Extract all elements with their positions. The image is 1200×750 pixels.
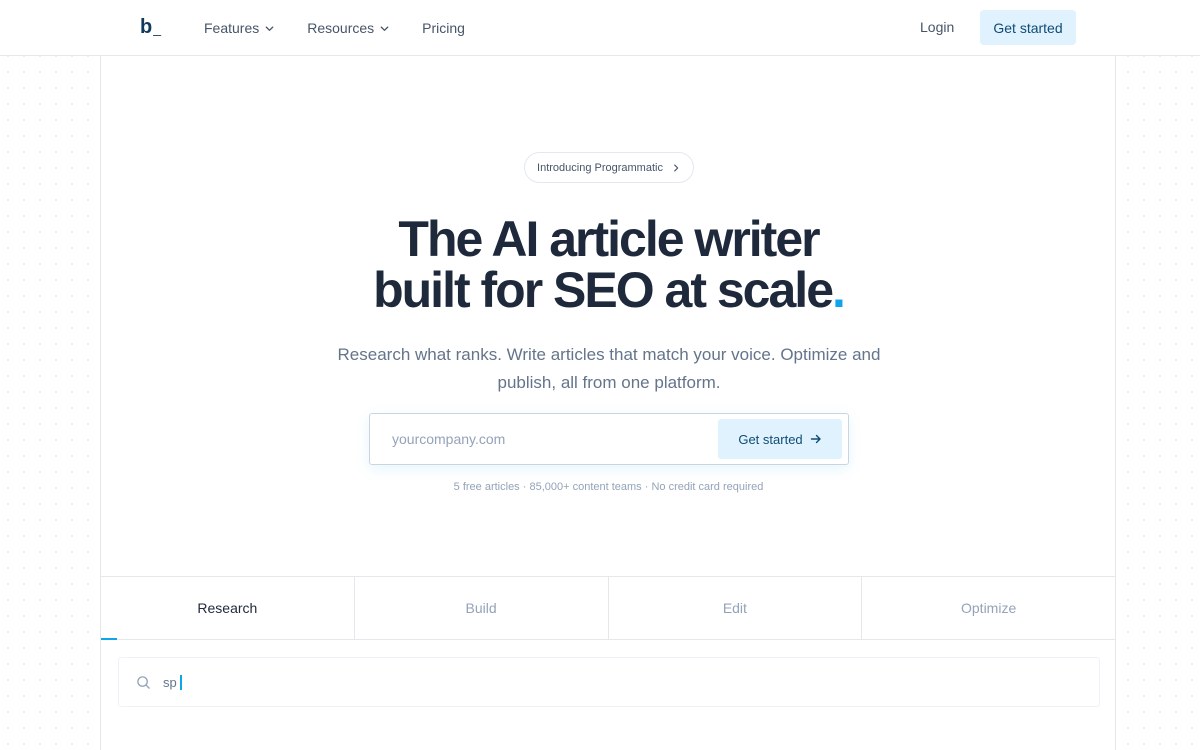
chevron-down-icon [265, 25, 274, 31]
nav-item-label: Features [204, 20, 260, 36]
signup-form: Get started [369, 413, 849, 465]
nav-item-pricing[interactable]: Pricing [422, 20, 465, 36]
login-link[interactable]: Login [920, 19, 954, 35]
signup-get-started-button[interactable]: Get started [718, 419, 842, 459]
tab-build[interactable]: Build [355, 577, 609, 639]
feature-tabs: Research Build Edit Optimize [101, 576, 1116, 640]
nav-item-features[interactable]: Features [204, 20, 275, 36]
headline-line-2: built for SEO at scale [373, 262, 834, 318]
tab-research[interactable]: Research [101, 577, 355, 639]
badge-label: Introducing Programmatic [537, 161, 663, 174]
nav-item-label: Resources [307, 20, 375, 36]
logo-suffix: _ [153, 20, 162, 36]
announcement-badge[interactable]: Introducing Programmatic [524, 152, 694, 183]
tab-edit[interactable]: Edit [609, 577, 863, 639]
headline-accent-dot: . [832, 262, 846, 318]
chevron-down-icon [380, 25, 389, 31]
hero-subheadline: Research what ranks. Write articles that… [337, 345, 881, 392]
get-started-button[interactable]: Get started [980, 10, 1076, 45]
demo-search-text: sp [163, 675, 182, 690]
arrow-right-icon [810, 434, 821, 444]
hero-headline: The AI article writer built for SEO at s… [101, 214, 1116, 316]
search-icon [137, 676, 150, 689]
nav-item-label: Pricing [422, 20, 465, 36]
nav-item-resources[interactable]: Resources [307, 20, 390, 36]
logo-letter: b [140, 16, 153, 38]
signup-fine-print: 5 free articles · 85,000+ content teams … [453, 481, 764, 493]
hero-frame: Introducing Programmatic The AI article … [100, 56, 1116, 750]
tab-optimize[interactable]: Optimize [862, 577, 1116, 639]
demo-typed-text: sp [163, 675, 177, 690]
demo-search-box[interactable]: sp [118, 657, 1100, 707]
logo[interactable]: b_ [140, 16, 161, 39]
chevron-right-icon [674, 164, 679, 171]
navbar: b_ Features Resources Pricing Login Get … [0, 0, 1200, 56]
company-domain-input[interactable] [370, 414, 710, 464]
main-nav: Features Resources Pricing [204, 0, 497, 56]
tab-progress-indicator [101, 638, 117, 640]
headline-line-1: The AI article writer [398, 211, 820, 267]
signup-button-label: Get started [738, 431, 803, 447]
text-caret [179, 675, 182, 690]
